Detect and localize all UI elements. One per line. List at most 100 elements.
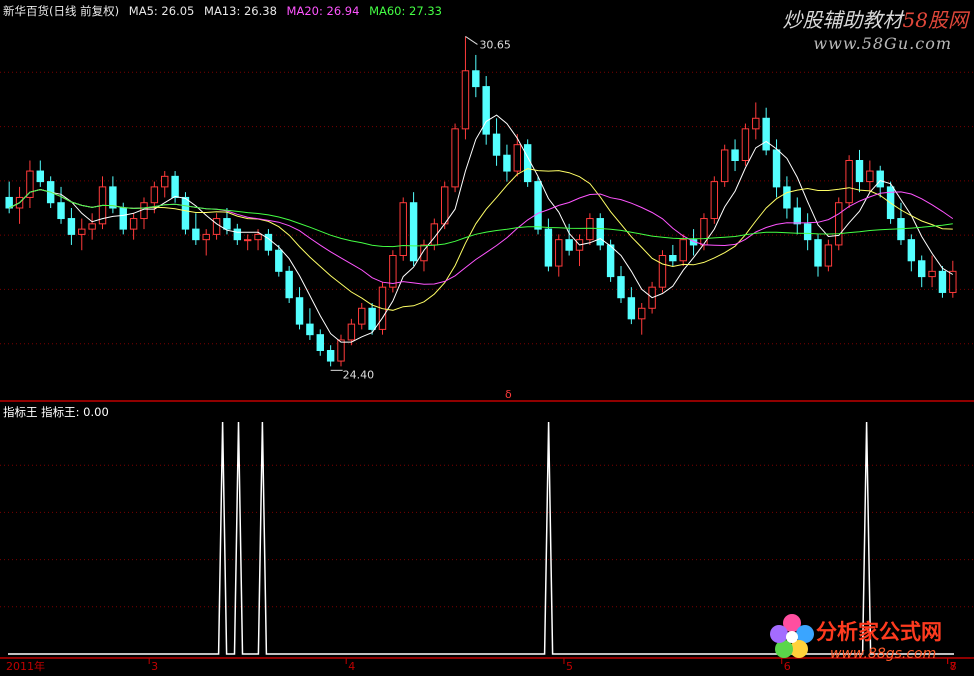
candle-down — [192, 228, 200, 241]
candle-down — [181, 196, 190, 230]
candle-up — [513, 144, 522, 172]
flower-icon — [770, 614, 814, 658]
candle-down — [596, 218, 604, 246]
candle-down — [772, 149, 781, 188]
candle-up — [150, 186, 159, 204]
logo-url: www.88gs.com — [830, 646, 937, 662]
x-tick-label: 3 — [151, 660, 158, 673]
candle-down — [119, 207, 127, 230]
candle-down — [793, 207, 801, 225]
stock-chart: 30.6524.40δ2011年 3 4 5 6 78 — [0, 36, 974, 673]
candle-down — [731, 149, 739, 161]
candle-up — [710, 181, 719, 220]
candle-up — [752, 117, 760, 130]
candle-down — [57, 202, 65, 220]
candle-down — [544, 228, 553, 267]
candle-up — [88, 223, 96, 230]
candle-down — [565, 239, 573, 251]
candle-up — [161, 175, 169, 188]
candle-up — [212, 218, 221, 235]
candle-down — [803, 223, 812, 241]
candle-down — [306, 323, 314, 336]
candle-up — [129, 218, 138, 230]
ma60-readout: MA60: 27.33 — [369, 4, 442, 18]
candle-down — [534, 181, 542, 230]
high-label: 30.65 — [479, 38, 511, 51]
candle-down — [326, 350, 335, 362]
candle-down — [855, 160, 864, 183]
candle-up — [140, 202, 148, 220]
candle-up — [720, 149, 729, 183]
candle-up — [399, 202, 407, 257]
candle-up — [347, 323, 356, 341]
site-logo: 分析家公式网 www.88gs.com — [764, 606, 964, 668]
candle-up — [358, 307, 366, 325]
candle-down — [938, 270, 947, 293]
candle-down — [285, 270, 293, 299]
candle-up — [824, 244, 833, 267]
candle-down — [233, 228, 242, 241]
candle-down — [814, 239, 822, 267]
candle-up — [389, 255, 397, 288]
candle-up — [949, 270, 957, 293]
x-tick-label: 5 — [566, 660, 573, 673]
candle-down — [171, 175, 179, 198]
logo-title: 分析家公式网 — [816, 620, 942, 644]
candle-up — [26, 170, 34, 198]
candle-up — [679, 239, 687, 262]
candle-down — [917, 260, 926, 278]
candle-up — [638, 307, 646, 320]
high-pointer — [465, 36, 478, 45]
candle-down — [316, 334, 324, 351]
candle-down — [669, 255, 677, 262]
watermark-text: 炒股辅助教材 — [782, 8, 903, 32]
candle-down — [503, 154, 511, 172]
candle-up — [440, 186, 449, 225]
candle-down — [295, 297, 304, 325]
ma5-readout: MA5: 26.05 — [128, 4, 195, 18]
chart-window: 30.65 24.40 δ 2011年 3 4 5 6 7 8 新华百货(日线 前复权) MA5:… — [0, 0, 974, 676]
x-tick-label: 2011年 — [6, 659, 45, 673]
candle-up — [202, 233, 210, 241]
candle-down — [492, 133, 501, 156]
ma13-readout: MA13: 26.38 — [204, 4, 277, 18]
low-label: 24.40 — [343, 368, 375, 381]
candle-down — [523, 144, 532, 183]
watermark-url: www.58Gu.com — [813, 34, 952, 53]
stock-name: 新华百货(日线 前复权) — [3, 4, 120, 18]
candle-up — [337, 339, 345, 362]
indicator-header: 指标王 指标王: 0.00 — [3, 405, 109, 419]
candle-down — [606, 244, 615, 278]
candle-down — [368, 307, 376, 330]
candle-down — [627, 297, 636, 320]
candle-down — [409, 202, 418, 262]
watermark-title: 炒股辅助教材58股网 — [783, 4, 968, 33]
candle-down — [275, 249, 283, 272]
candle-down — [109, 186, 117, 209]
candle-up — [845, 160, 853, 204]
candle-up — [555, 239, 563, 267]
candle-down — [876, 170, 884, 188]
candle-up — [866, 170, 874, 183]
candle-up — [254, 233, 262, 241]
candle-down — [472, 70, 480, 88]
candle-down — [617, 276, 625, 299]
x-tick-label: 4 — [348, 660, 355, 673]
candle-up — [835, 202, 843, 246]
candle-up — [243, 239, 252, 242]
candle-down — [907, 239, 916, 262]
candle-down — [223, 218, 231, 230]
candle-up — [658, 255, 667, 288]
candle-down — [36, 170, 45, 183]
price-header: 新华百货(日线 前复权) MA5: 26.05 MA13: 26.38 MA20… — [3, 3, 448, 19]
candle-up — [451, 128, 459, 188]
candle-up — [461, 70, 470, 130]
marker-label: δ — [505, 388, 512, 401]
candle-up — [78, 228, 86, 235]
candle-down — [482, 86, 490, 135]
candle-down — [783, 186, 791, 209]
candle-down — [67, 218, 76, 235]
ma20-readout: MA20: 26.94 — [286, 4, 360, 18]
candle-up — [741, 128, 750, 161]
candle-up — [586, 218, 594, 241]
